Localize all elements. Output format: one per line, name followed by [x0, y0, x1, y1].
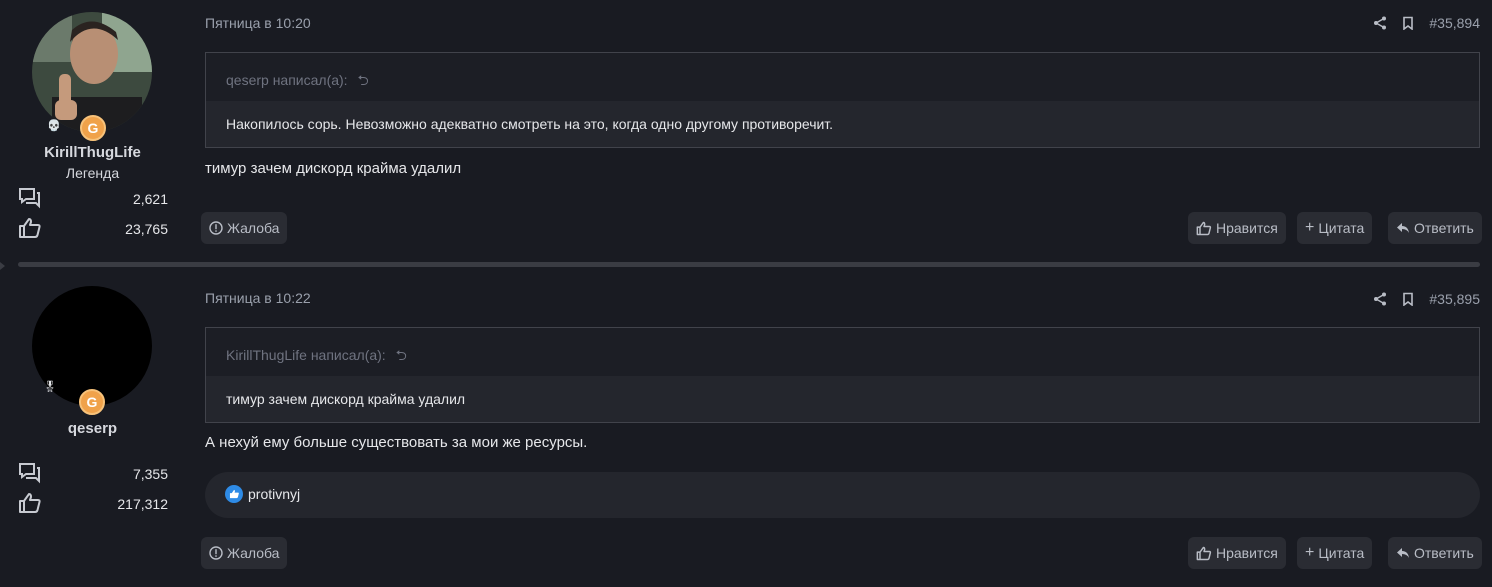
share-icon[interactable]: [1373, 16, 1387, 30]
like-button[interactable]: Нравится: [1188, 537, 1286, 569]
messages-stat: 2,621: [18, 187, 168, 211]
plus-icon: +: [1305, 544, 1315, 561]
thumbs-up-icon: [19, 493, 41, 513]
reactions-count: 217,312: [117, 496, 168, 512]
thumbs-up-icon: [1196, 546, 1212, 560]
skull-icon: 💀: [47, 120, 61, 132]
quote-label: Цитата: [1318, 545, 1365, 561]
bookmark-icon[interactable]: [1401, 16, 1415, 30]
reply-button[interactable]: Ответить: [1388, 537, 1482, 569]
alert-circle-icon: [209, 546, 223, 560]
like-reaction-icon: [225, 485, 243, 503]
reactions-bar[interactable]: protivnyj: [205, 472, 1480, 518]
group-badge-icon: G: [80, 115, 106, 141]
like-label: Нравится: [1216, 545, 1278, 561]
post-message: тимур зачем дискорд крайма удалил: [205, 160, 462, 177]
username[interactable]: KirillThugLife: [0, 144, 185, 161]
quote-block: KirillThugLife написал(а): ⮌ тимур зачем…: [205, 327, 1480, 423]
quote-author[interactable]: KirillThugLife написал(а):: [226, 347, 386, 363]
like-button[interactable]: Нравится: [1188, 212, 1286, 244]
plus-icon: +: [1305, 219, 1315, 236]
thumbs-up-icon: [19, 218, 41, 238]
jump-to-quote-icon[interactable]: ⮌: [396, 347, 407, 363]
report-button[interactable]: Жалоба: [201, 537, 288, 569]
messages-count: 7,355: [132, 466, 168, 482]
medal-icon: 🎖: [43, 381, 57, 393]
quote-button[interactable]: + Цитата: [1297, 212, 1373, 244]
post-date[interactable]: Пятница в 10:20: [205, 15, 311, 31]
reply-button[interactable]: Ответить: [1388, 212, 1482, 244]
reply-arrow-icon: [1397, 223, 1409, 233]
jump-to-quote-icon[interactable]: ⮌: [357, 72, 368, 88]
post-separator: [18, 262, 1480, 267]
quote-text: Накопилось сорь. Невозможно адекватно см…: [206, 101, 1479, 147]
post-number[interactable]: #35,895: [1429, 291, 1480, 307]
quote-button[interactable]: + Цитата: [1297, 537, 1373, 569]
post: 🎖 G qeserp 7,355 217,312 Пятница в 10:22…: [0, 270, 1492, 587]
user-title: Легенда: [65, 165, 120, 181]
reply-label: Ответить: [1414, 220, 1474, 236]
quote-header[interactable]: KirillThugLife написал(а): ⮌: [206, 328, 1479, 376]
post-actions-top: #35,894: [1373, 15, 1480, 31]
quote-label: Цитата: [1318, 220, 1365, 236]
alert-circle-icon: [209, 221, 223, 235]
quote-author[interactable]: qeserp написал(а):: [226, 72, 348, 88]
post-message: А нехуй ему больше существовать за мои ж…: [205, 434, 588, 451]
reactions-count: 23,765: [125, 221, 168, 237]
bookmark-icon[interactable]: [1401, 292, 1415, 306]
quote-text: тимур зачем дискорд крайма удалил: [206, 376, 1479, 422]
post-actions-top: #35,895: [1373, 291, 1480, 307]
post: 💀 G KirillThugLife Легенда 2,621 23,765 …: [0, 0, 1492, 262]
thumbs-up-icon: [1196, 221, 1212, 235]
username[interactable]: qeserp: [0, 420, 185, 437]
reactions-stat: 217,312: [18, 492, 168, 516]
quote-block: qeserp написал(а): ⮌ Накопилось сорь. Не…: [205, 52, 1480, 148]
messages-stat: 7,355: [18, 462, 168, 486]
separator-arrow: [0, 262, 5, 270]
messages-count: 2,621: [132, 191, 168, 207]
avatar[interactable]: [32, 12, 152, 132]
messages-icon: [19, 463, 40, 484]
like-label: Нравится: [1216, 220, 1278, 236]
reply-label: Ответить: [1414, 545, 1474, 561]
group-badge-icon: G: [79, 389, 105, 415]
reaction-users[interactable]: protivnyj: [248, 486, 300, 502]
reply-arrow-icon: [1397, 548, 1409, 558]
messages-icon: [19, 188, 40, 209]
post-date[interactable]: Пятница в 10:22: [205, 290, 311, 306]
report-label: Жалоба: [227, 545, 280, 561]
reactions-stat: 23,765: [18, 217, 168, 241]
share-icon[interactable]: [1373, 292, 1387, 306]
post-number[interactable]: #35,894: [1429, 15, 1480, 31]
report-label: Жалоба: [227, 220, 280, 236]
report-button[interactable]: Жалоба: [201, 212, 288, 244]
quote-header[interactable]: qeserp написал(а): ⮌: [206, 53, 1479, 101]
